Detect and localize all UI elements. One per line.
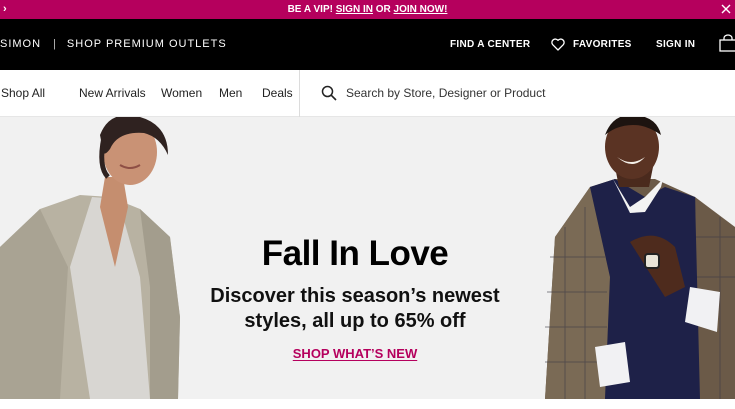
site-name: SHOP PREMIUM OUTLETS [66, 38, 227, 50]
hero-title: Fall In Love [261, 234, 449, 273]
sign-in-link[interactable]: SIGN IN [656, 19, 695, 70]
find-center-link[interactable]: FIND A CENTER [450, 19, 530, 70]
hero-cta-label: SHOP WHAT’S NEW [292, 346, 418, 361]
logo-separator: | [53, 38, 57, 50]
promo-bar: › BE A VIP! SIGN IN OR JOIN NOW! [0, 0, 735, 19]
promo-prefix: BE A VIP! [287, 4, 336, 15]
close-icon[interactable] [720, 0, 732, 19]
hero-banner[interactable]: Fall In Love Discover this season’s newe… [0, 117, 735, 399]
hero-model-man-image [545, 117, 735, 399]
nav-item-men[interactable]: Men [219, 70, 242, 116]
nav-divider [299, 70, 300, 117]
shop-whats-new-link[interactable]: SHOP WHAT’S NEW [200, 346, 510, 361]
search-input[interactable] [346, 82, 716, 104]
promo-sign-in-link[interactable]: SIGN IN [336, 4, 373, 15]
brand-name: SIMON [0, 38, 42, 50]
favorites-link[interactable]: FAVORITES [573, 19, 632, 70]
shopping-bag-icon[interactable] [719, 34, 735, 52]
heart-icon[interactable] [551, 38, 565, 51]
promo-middle: OR [372, 4, 394, 15]
main-nav: Shop All New Arrivals Women Men Deals [0, 70, 735, 117]
promo-join-link[interactable]: JOIN NOW! [394, 4, 448, 15]
site-header: SIMON | SHOP PREMIUM OUTLETS FIND A CENTER… [0, 19, 735, 70]
nav-item-new-arrivals[interactable]: New Arrivals [79, 70, 146, 116]
nav-item-women[interactable]: Women [161, 70, 202, 116]
nav-item-deals[interactable]: Deals [262, 70, 293, 116]
hero-model-woman-image [0, 117, 180, 399]
hero-subtitle: Discover this season’s newest styles, al… [210, 285, 500, 332]
nav-item-shop-all[interactable]: Shop All [1, 70, 45, 116]
search-icon[interactable] [321, 85, 337, 101]
page-content-below [0, 399, 735, 409]
promo-text: BE A VIP! SIGN IN OR JOIN NOW! [0, 0, 735, 19]
site-logo[interactable]: SIMON | SHOP PREMIUM OUTLETS [0, 19, 227, 70]
